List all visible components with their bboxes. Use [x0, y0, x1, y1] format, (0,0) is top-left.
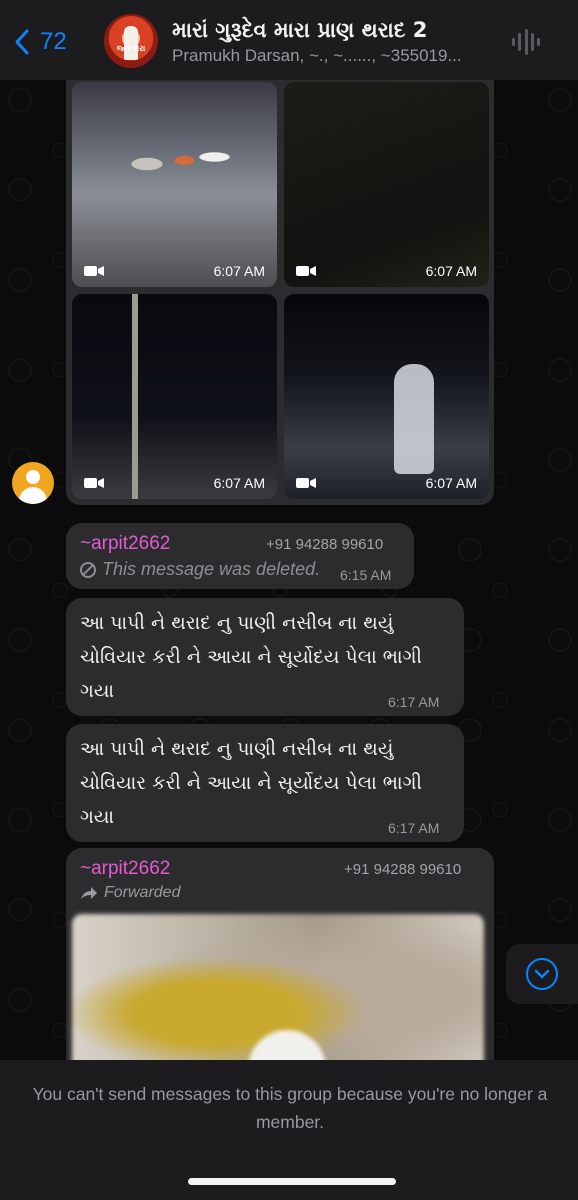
group-avatar-text: જ્ય થરા	[116, 44, 146, 53]
message-line: આ પાપી ને થરાદ નુ પાણી નસીબ ના થયું	[80, 738, 394, 760]
sender-avatar[interactable]	[12, 462, 54, 504]
sender-name[interactable]: ~arpit2662	[80, 858, 170, 880]
media-grid-bubble: 6:07 AM 6:07 AM 6:07 AM 6:07 AM	[66, 80, 494, 505]
blurred-media-thumbnail[interactable]	[72, 914, 484, 1060]
play-button[interactable]	[248, 1030, 326, 1060]
forwarded-label: Forwarded	[80, 884, 180, 902]
home-indicator[interactable]	[188, 1178, 396, 1185]
video-thumbnail[interactable]: 6:07 AM	[284, 294, 489, 499]
text-message-bubble[interactable]: આ પાપી ને થરાદ નુ પાણી નસીબ ના થયું ચોવિ…	[66, 724, 464, 842]
scroll-to-bottom-button[interactable]	[506, 944, 578, 1004]
chat-area[interactable]: 6:07 AM 6:07 AM 6:07 AM 6:07 AM ~arpit26…	[0, 80, 578, 1060]
group-participants[interactable]: Pramukh Darsan, ~., ~......, ~355019...	[172, 46, 462, 66]
video-camera-icon	[296, 478, 316, 488]
message-line: આ પાપી ને થરાદ નુ પાણી નસીબ ના થયું	[80, 612, 394, 634]
video-thumbnail[interactable]: 6:07 AM	[72, 82, 277, 287]
video-camera-icon	[296, 266, 316, 276]
video-thumbnail[interactable]: 6:07 AM	[72, 294, 277, 499]
back-button[interactable]: 72	[12, 26, 67, 58]
video-thumbnail[interactable]: 6:07 AM	[284, 82, 489, 287]
message-line: ગયા	[80, 680, 115, 702]
message-time: 6:15 AM	[340, 567, 392, 583]
video-time: 6:07 AM	[425, 475, 477, 491]
group-title[interactable]: મારાં ગુરૂદેવ મારા પ્રાણ થરાદ 2	[172, 18, 427, 43]
text-message-bubble[interactable]: આ પાપી ને થરાદ નુ પાણી નસીબ ના થયું ચોવિ…	[66, 598, 464, 716]
forward-arrow-icon	[81, 887, 97, 899]
deleted-message-text: This message was deleted.	[80, 559, 320, 580]
footer-bar: You can't send messages to this group be…	[0, 1060, 578, 1200]
message-line: ચોવિયાર કરી ને આયા ને સૂર્યોદય પેલા ભાગી	[80, 772, 422, 794]
chevron-left-icon	[15, 29, 29, 55]
sender-phone: +91 94288 99610	[344, 861, 462, 878]
message-line: ચોવિયાર કરી ને આયા ને સૂર્યોદય પેલા ભાગી	[80, 646, 422, 668]
video-time: 6:07 AM	[213, 475, 265, 491]
message-time: 6:17 AM	[388, 820, 440, 836]
forwarded-message-bubble[interactable]: ~arpit2662 +91 94288 99610 Forwarded	[66, 848, 494, 1060]
chat-header: 72 જ્ય થરા મારાં ગુરૂદેવ મારા પ્રાણ થરાદ…	[0, 0, 578, 80]
message-time: 6:17 AM	[388, 694, 440, 710]
message-line: ગયા	[80, 806, 115, 828]
chevron-down-icon	[534, 969, 550, 979]
deleted-message-bubble[interactable]: ~arpit2662 +91 94288 99610 This message …	[66, 523, 414, 589]
group-avatar[interactable]: જ્ય થરા	[104, 14, 158, 68]
ban-icon	[80, 561, 96, 578]
audio-wave-icon[interactable]	[512, 28, 540, 56]
sender-name[interactable]: ~arpit2662	[80, 533, 170, 555]
video-time: 6:07 AM	[213, 263, 265, 279]
sender-phone: +91 94288 99610	[266, 536, 384, 553]
unread-count: 72	[40, 28, 67, 55]
video-camera-icon	[84, 478, 104, 488]
video-time: 6:07 AM	[425, 263, 477, 279]
not-member-notice: You can't send messages to this group be…	[32, 1084, 548, 1132]
video-camera-icon	[84, 266, 104, 276]
